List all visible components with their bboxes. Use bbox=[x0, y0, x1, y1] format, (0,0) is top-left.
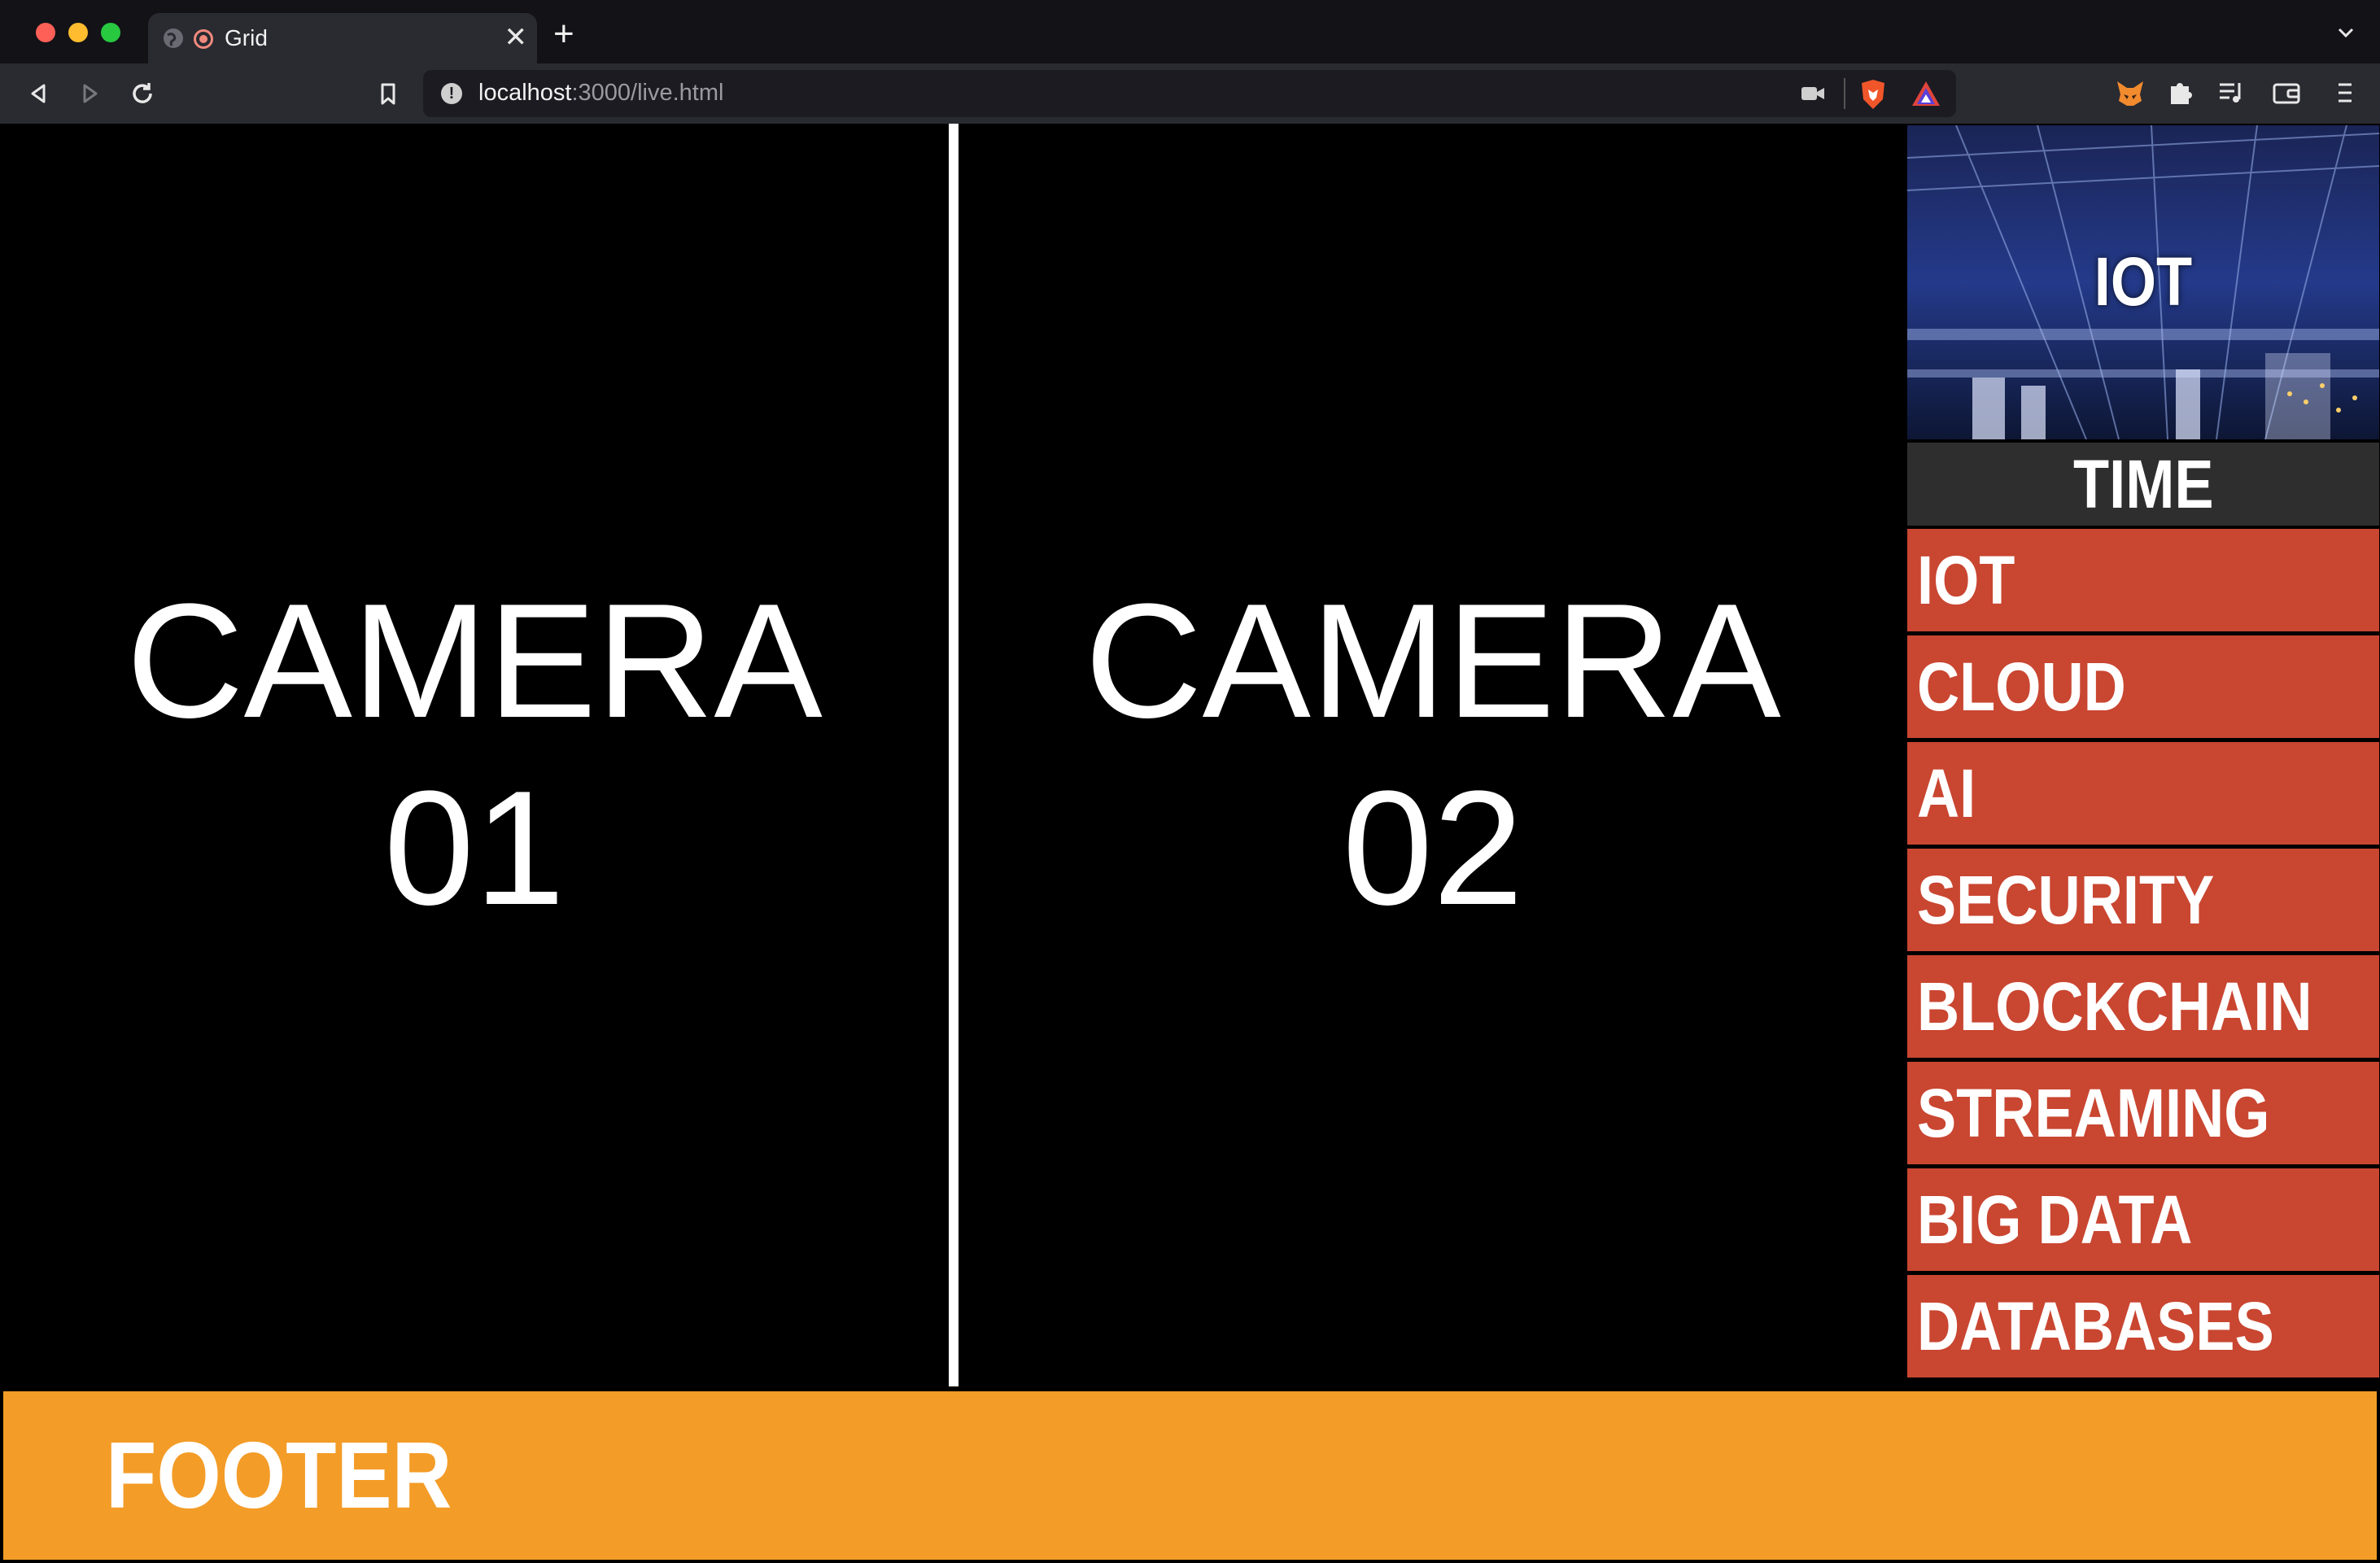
hero-image: IOT bbox=[1907, 125, 2379, 439]
brave-shields-icon[interactable] bbox=[1858, 78, 1888, 111]
address-bar[interactable]: ! localhost:3000/live.html bbox=[423, 70, 1956, 117]
site-info-icon[interactable]: ! bbox=[441, 83, 462, 104]
menu-item-databases[interactable]: DATABASES bbox=[1907, 1275, 2379, 1377]
window-minimize-button[interactable] bbox=[68, 23, 88, 42]
window-close-button[interactable] bbox=[36, 23, 55, 42]
time-display: TIME bbox=[1907, 443, 2379, 526]
url-text[interactable]: localhost:3000/live.html bbox=[478, 80, 723, 107]
chevron-down-icon[interactable] bbox=[2334, 21, 2357, 44]
camera-icon[interactable] bbox=[1800, 83, 1826, 104]
fox-extension-icon[interactable] bbox=[2114, 76, 2146, 109]
globe-icon bbox=[164, 28, 183, 48]
forward-arrow-icon[interactable] bbox=[75, 78, 106, 109]
tab-close-icon[interactable]: ✕ bbox=[504, 21, 528, 54]
window-zoom-button[interactable] bbox=[101, 23, 120, 42]
menu-item-iot[interactable]: IOT bbox=[1907, 529, 2379, 631]
sidebar: IOT TIME IOT CLOUD AI SECURITY BLOCKCHAI… bbox=[1906, 124, 2380, 1386]
camera-02-label: CAMERA bbox=[1085, 570, 1781, 752]
hamburger-menu-icon[interactable] bbox=[2329, 76, 2361, 109]
hero-label: IOT bbox=[2094, 243, 2193, 320]
back-arrow-icon[interactable] bbox=[23, 78, 54, 109]
browser-nav-bar: ! localhost:3000/live.html bbox=[0, 63, 2380, 124]
footer-label: FOOTER bbox=[106, 1422, 452, 1528]
playlist-icon[interactable] bbox=[2215, 76, 2247, 109]
bookmark-icon[interactable] bbox=[373, 78, 404, 109]
recording-indicator-icon bbox=[194, 29, 213, 49]
menu-item-streaming[interactable]: STREAMING bbox=[1907, 1062, 2379, 1164]
reload-icon[interactable] bbox=[127, 78, 158, 109]
camera-02-number: 02 bbox=[1342, 757, 1524, 939]
camera-02-panel[interactable]: CAMERA 02 bbox=[959, 124, 1907, 1386]
menu-item-big-data[interactable]: BIG DATA bbox=[1907, 1168, 2379, 1271]
wallet-icon[interactable] bbox=[2270, 76, 2303, 109]
page-content: CAMERA 01 CAMERA 02 IOT TIME IOT CLOUD A… bbox=[0, 124, 2380, 1563]
browser-tab-bar: Grid ✕ + bbox=[0, 0, 2380, 63]
tab-title: Grid bbox=[225, 25, 268, 50]
footer: FOOTER bbox=[3, 1391, 2377, 1560]
brave-rewards-icon[interactable] bbox=[1911, 80, 1941, 107]
new-tab-button[interactable]: + bbox=[553, 15, 574, 54]
menu-item-security[interactable]: SECURITY bbox=[1907, 849, 2379, 951]
menu-item-cloud[interactable]: CLOUD bbox=[1907, 635, 2379, 738]
menu-item-blockchain[interactable]: BLOCKCHAIN bbox=[1907, 955, 2379, 1058]
camera-divider bbox=[949, 124, 959, 1386]
camera-01-label: CAMERA bbox=[126, 570, 823, 752]
menu-item-ai[interactable]: AI bbox=[1907, 742, 2379, 845]
camera-01-panel[interactable]: CAMERA 01 bbox=[0, 124, 949, 1386]
address-bar-separator bbox=[1844, 78, 1845, 109]
browser-tab[interactable]: Grid ✕ bbox=[148, 13, 537, 63]
puzzle-piece-icon[interactable] bbox=[2164, 76, 2197, 109]
camera-01-number: 01 bbox=[383, 757, 566, 939]
